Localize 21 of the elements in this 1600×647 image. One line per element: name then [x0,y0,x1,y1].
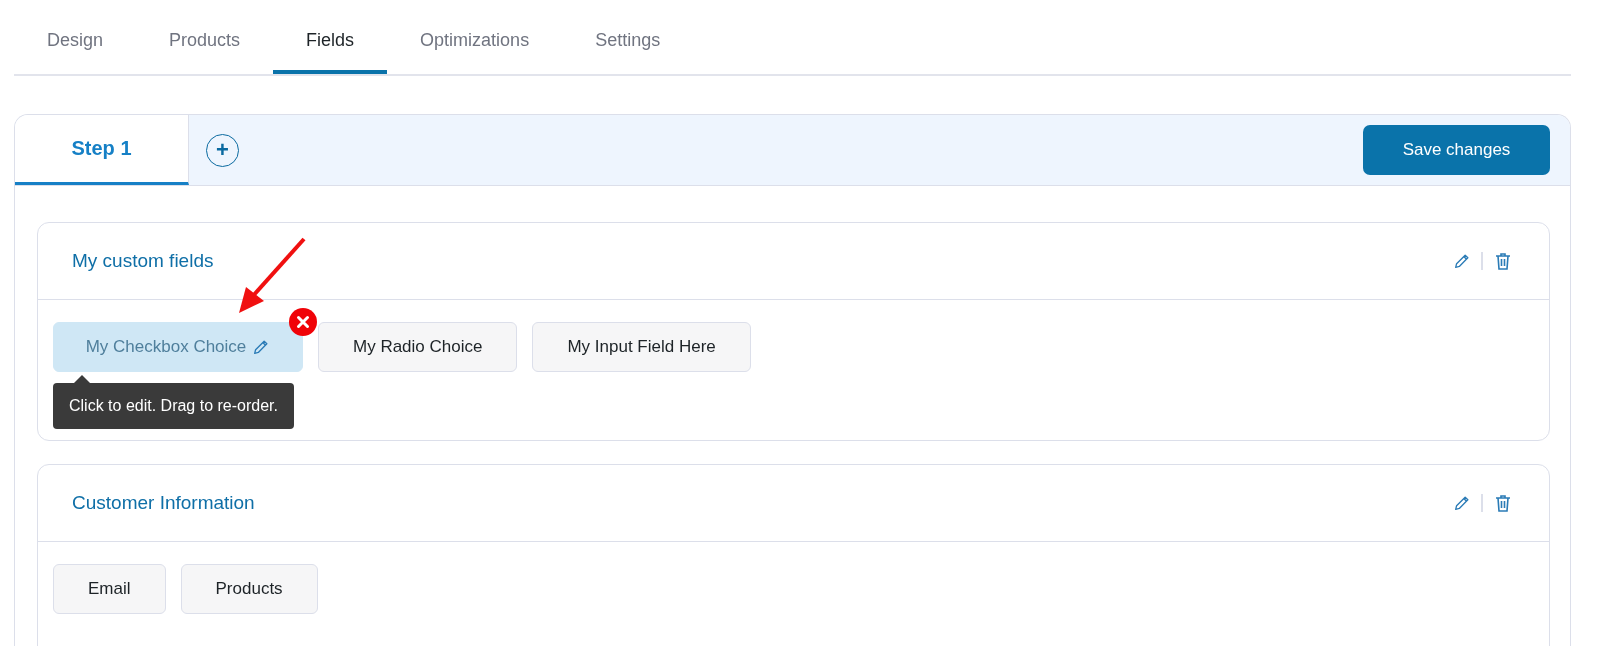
pencil-icon[interactable] [1453,494,1471,512]
tooltip-pointer [74,375,90,383]
trash-icon[interactable] [1493,251,1513,271]
field-chip[interactable]: My Radio Choice [318,322,518,372]
section-title: Customer Information [72,492,256,514]
save-changes-button[interactable]: Save changes [1363,125,1550,175]
tab[interactable]: Optimizations [387,0,563,74]
step-tab[interactable]: Step 1 [15,115,189,185]
field-chip[interactable]: Email [53,564,166,614]
field-chip[interactable]: My Checkbox Choice [53,322,303,372]
tab[interactable]: Products [136,0,274,74]
tab[interactable]: Design [14,0,137,74]
tooltip: Click to edit. Drag to re-order. [53,383,294,429]
trash-icon[interactable] [1493,493,1513,513]
tab[interactable]: Fields [273,0,388,74]
field-chip[interactable]: My Input Field Here [532,322,751,372]
section-title: My custom fields [72,250,215,272]
field-chip[interactable]: Products [180,564,318,614]
tab[interactable]: Settings [562,0,694,74]
pencil-icon[interactable] [1453,252,1471,270]
remove-icon[interactable] [289,308,317,336]
